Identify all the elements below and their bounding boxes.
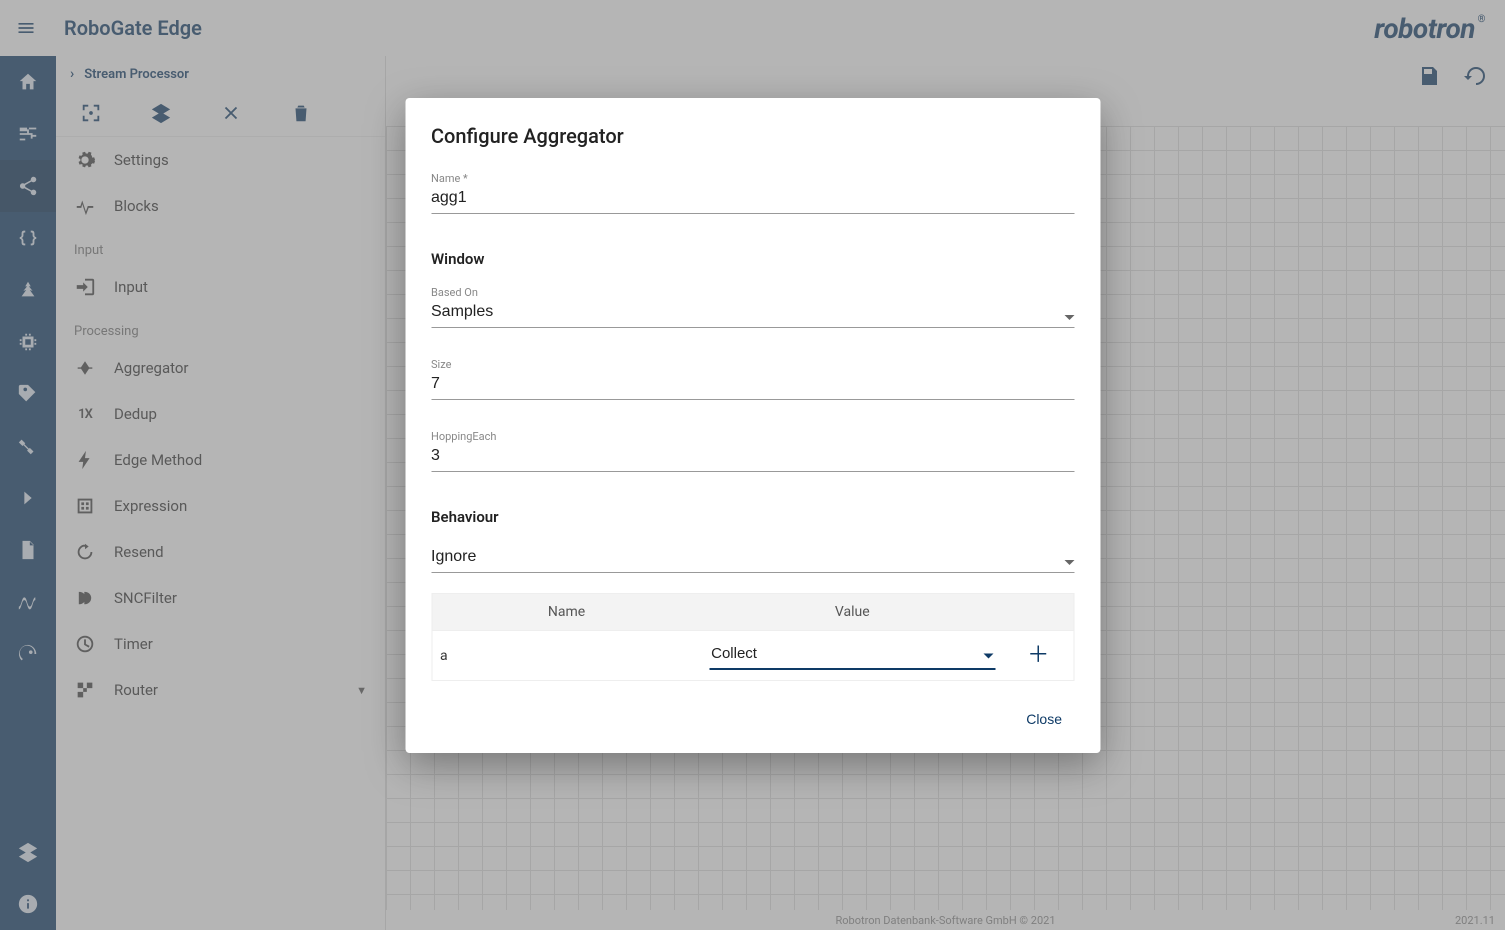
hopping-field[interactable]: HoppingEach: [431, 430, 1074, 472]
size-field[interactable]: Size: [431, 358, 1074, 400]
name-input[interactable]: [431, 185, 1074, 214]
caret-down-icon: [1064, 560, 1074, 565]
behaviour-table: Name Value a ＋: [431, 593, 1074, 681]
field-label: Size: [431, 358, 1074, 371]
table-row: a ＋: [432, 631, 1074, 681]
table-header-name: Name: [432, 594, 702, 631]
table-header-value: Value: [701, 594, 1003, 631]
dialog-title: Configure Aggregator: [431, 124, 1074, 148]
caret-down-icon: [1064, 315, 1074, 320]
name-field[interactable]: Name *: [431, 172, 1074, 214]
based-on-field[interactable]: Based On: [431, 286, 1074, 328]
behaviour-section-header: Behaviour: [431, 508, 1074, 526]
field-label: HoppingEach: [431, 430, 1074, 443]
based-on-select[interactable]: [431, 299, 1074, 328]
behaviour-select[interactable]: [431, 544, 1074, 573]
hopping-input[interactable]: [431, 443, 1074, 472]
window-section-header: Window: [431, 250, 1074, 268]
field-label: Name *: [431, 172, 1074, 185]
close-button[interactable]: Close: [1014, 703, 1074, 735]
add-row-button[interactable]: ＋: [1027, 643, 1049, 668]
configure-aggregator-dialog: Configure Aggregator Name * Window Based…: [405, 98, 1100, 753]
behaviour-field[interactable]: [431, 544, 1074, 573]
field-label: Based On: [431, 286, 1074, 299]
row-value-select[interactable]: [709, 641, 995, 670]
row-name-cell[interactable]: a: [432, 631, 702, 681]
caret-down-icon: [984, 653, 994, 658]
size-input[interactable]: [431, 371, 1074, 400]
